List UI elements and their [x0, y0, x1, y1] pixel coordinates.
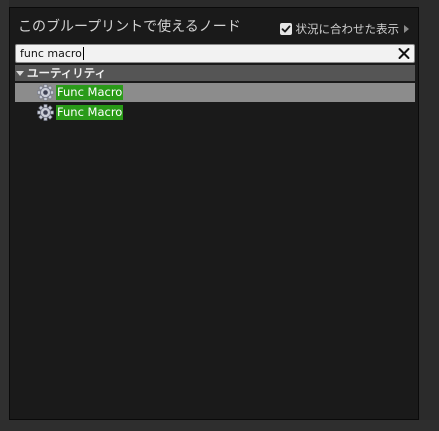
text-caret	[82, 47, 84, 60]
checkmark-icon	[281, 25, 290, 33]
gear-icon	[37, 104, 54, 121]
blueprint-action-menu: このブループリントで使えるノード 状況に合わせた表示 ユーティリティ	[9, 7, 419, 420]
category-utilities[interactable]: ユーティリティ	[15, 65, 415, 81]
context-sensitive-toggle[interactable]: 状況に合わせた表示	[279, 20, 409, 38]
expand-arrow-icon[interactable]	[404, 25, 409, 33]
node-label: Func Macro	[56, 105, 124, 120]
editor-background-bottom	[0, 420, 439, 431]
node-label: Func Macro	[56, 85, 124, 100]
context-sensitive-label: 状況に合わせた表示	[295, 22, 400, 36]
node-item[interactable]: Func Macro	[15, 83, 415, 102]
node-item[interactable]: Func Macro	[15, 103, 415, 122]
search-box[interactable]	[15, 44, 415, 63]
menu-title: このブループリントで使えるノード	[18, 19, 241, 35]
close-icon	[398, 48, 410, 59]
collapse-arrow-icon[interactable]	[16, 70, 24, 76]
context-sensitive-checkbox[interactable]	[279, 23, 292, 35]
editor-background-left	[0, 0, 9, 431]
gear-icon	[37, 84, 54, 101]
menu-header: このブループリントで使えるノード 状況に合わせた表示	[10, 8, 418, 44]
search-input[interactable]	[20, 45, 390, 62]
category-label: ユーティリティ	[27, 66, 107, 80]
clear-search-button[interactable]	[397, 46, 411, 61]
editor-background-right	[419, 0, 439, 431]
